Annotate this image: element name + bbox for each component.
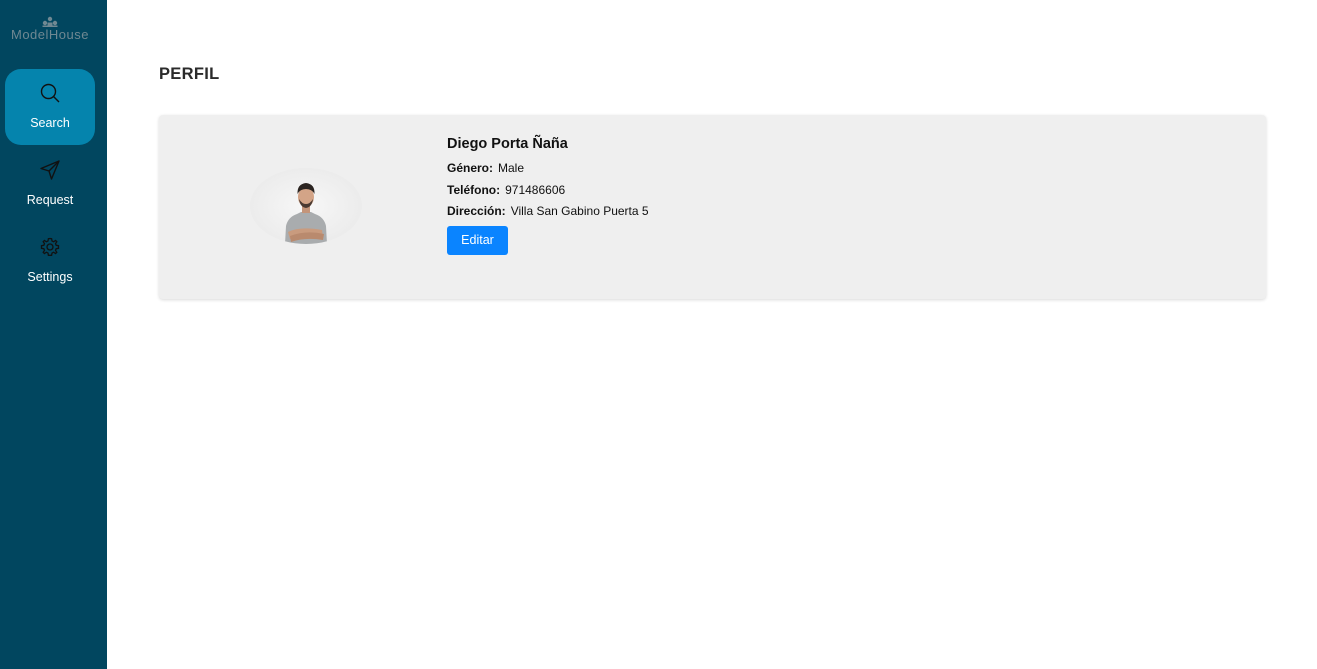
address-value: Villa San Gabino Puerta 5 bbox=[510, 204, 649, 218]
phone-label: Teléfono: bbox=[447, 182, 501, 197]
address-label: Dirección: bbox=[447, 204, 506, 218]
gender-row: Género: Male bbox=[447, 158, 649, 180]
sidebar-item-label: Request bbox=[26, 193, 74, 207]
avatar bbox=[250, 168, 362, 244]
address-row: Dirección: Villa San Gabino Puerta 5 bbox=[447, 201, 649, 223]
gender-value: Male bbox=[498, 161, 525, 175]
sidebar: ModelHouse Search Request Settings bbox=[0, 0, 107, 669]
sidebar-item-label: Settings bbox=[27, 270, 73, 284]
phone-row: Teléfono: 971486606 bbox=[447, 180, 649, 202]
send-icon bbox=[40, 160, 60, 180]
sidebar-item-request[interactable]: Request bbox=[5, 146, 95, 222]
profile-info: Diego Porta Ñaña Género: Male Teléfono: 97… bbox=[447, 136, 649, 255]
edit-button[interactable]: Editar bbox=[447, 225, 508, 255]
phone-value: 971486606 bbox=[505, 182, 566, 197]
profile-card: Diego Porta Ñaña Género: Male Teléfono: 97… bbox=[159, 115, 1266, 299]
profile-photo bbox=[285, 183, 327, 244]
gear-icon bbox=[40, 237, 60, 256]
brand-logo[interactable]: ModelHouse bbox=[0, 16, 100, 42]
brand-name: ModelHouse bbox=[11, 27, 89, 42]
gender-label: Género: bbox=[447, 161, 494, 175]
page-title: PERFIL bbox=[159, 65, 220, 83]
profile-name: Diego Porta Ñaña bbox=[447, 136, 568, 152]
sidebar-item-settings[interactable]: Settings bbox=[5, 223, 95, 299]
search-icon bbox=[40, 83, 60, 103]
sidebar-item-label: Search bbox=[30, 116, 70, 130]
sidebar-item-search[interactable]: Search bbox=[5, 69, 95, 145]
